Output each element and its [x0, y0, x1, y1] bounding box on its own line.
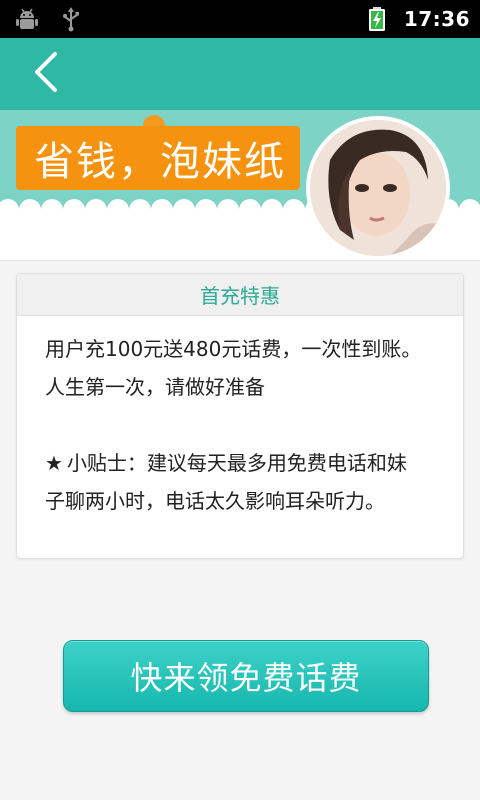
- avatar: [306, 116, 450, 260]
- promo-line-1: 用户充100元送480元话费，一次性到账。: [45, 337, 422, 361]
- status-right: 17:36: [364, 6, 470, 32]
- chevron-left-icon: [31, 50, 61, 98]
- promo-line-2: 人生第一次，请做好准备: [45, 375, 265, 399]
- back-button[interactable]: [26, 52, 66, 96]
- tip-line-1: ★ 小贴士：建议每天最多用免费电话和妹: [45, 444, 445, 482]
- promo-card: 首充特惠 用户充100元送480元话费，一次性到账。 人生第一次，请做好准备 ★…: [16, 273, 464, 559]
- star-icon: ★: [45, 451, 63, 475]
- section-divider: [0, 260, 480, 261]
- claim-free-credit-button[interactable]: 快来领免费话费: [63, 640, 429, 712]
- tip-label: 小贴士：: [66, 451, 147, 475]
- tip-text-1: 建议每天最多用免费电话和妹: [146, 451, 407, 475]
- title-bar: [0, 38, 480, 110]
- battery-charging-icon: [364, 6, 390, 32]
- status-bar: 17:36: [0, 0, 480, 38]
- card-body: 用户充100元送480元话费，一次性到账。 人生第一次，请做好准备 ★ 小贴士：建…: [17, 316, 463, 520]
- status-time: 17:36: [403, 7, 470, 31]
- tip-text-2: 子聊两小时，电话太久影响耳朵听力。: [45, 489, 385, 513]
- slogan-banner: 省钱，泡妹纸: [16, 126, 300, 190]
- card-title: 首充特惠: [17, 274, 463, 316]
- usb-icon: [58, 6, 84, 32]
- android-debug-icon: [14, 6, 40, 32]
- status-left: [14, 6, 84, 32]
